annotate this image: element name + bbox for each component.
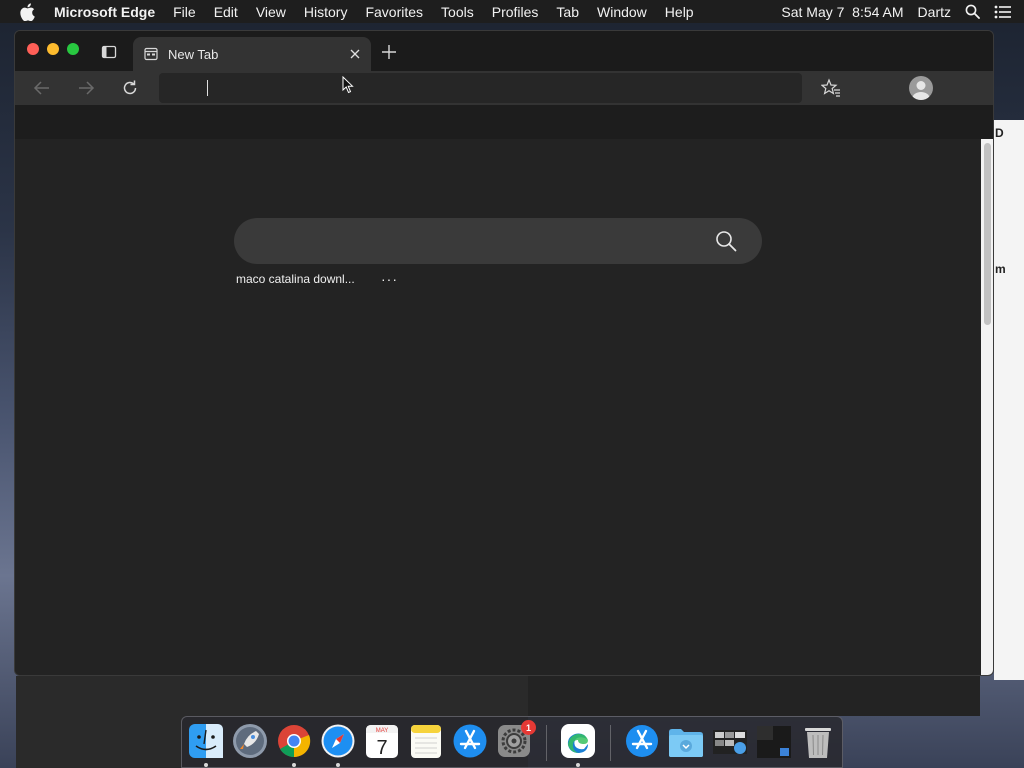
chrome-icon[interactable]: [276, 722, 312, 760]
new-tab-page: maco catalina downl... ···: [15, 139, 981, 675]
close-window-button[interactable]: [27, 43, 39, 55]
mouse-pointer-icon: [342, 75, 354, 94]
control-center-icon[interactable]: [994, 5, 1012, 19]
menu-edit[interactable]: Edit: [214, 4, 238, 20]
tab-title: New Tab: [168, 46, 219, 62]
applications-folder-icon[interactable]: [624, 722, 660, 760]
favorites-star-icon[interactable]: [820, 78, 841, 98]
background-window-text: m: [995, 262, 1006, 276]
page-top-strip: [15, 105, 993, 139]
back-arrow-icon[interactable]: [33, 79, 51, 97]
tab-new-tab[interactable]: New Tab: [133, 37, 371, 71]
menu-tab[interactable]: Tab: [556, 4, 579, 20]
background-window[interactable]: D m: [994, 120, 1024, 680]
minimize-window-button[interactable]: [47, 43, 59, 55]
launchpad-icon[interactable]: [232, 722, 268, 760]
menu-favorites[interactable]: Favorites: [365, 4, 423, 20]
new-tab-plus-icon[interactable]: [381, 44, 397, 60]
browser-toolbar: [15, 71, 993, 105]
tab-actions-icon[interactable]: [101, 44, 117, 60]
trash-icon[interactable]: [800, 722, 836, 760]
scrollbar[interactable]: [981, 139, 993, 675]
app-store-icon[interactable]: [452, 722, 488, 760]
profile-avatar-icon[interactable]: [909, 76, 933, 100]
menu-datetime[interactable]: Sat May 7 8:54 AM: [781, 4, 903, 20]
forward-arrow-icon[interactable]: [77, 79, 95, 97]
running-indicator: [204, 763, 208, 767]
finder-icon[interactable]: [188, 722, 224, 760]
search-icon[interactable]: [715, 230, 737, 252]
calendar-icon[interactable]: MAY 7: [364, 722, 400, 760]
edge-icon[interactable]: [560, 722, 596, 760]
menu-window[interactable]: Window: [597, 4, 647, 20]
screenshots-stack-icon[interactable]: [712, 722, 748, 760]
background-window[interactable]: [528, 676, 980, 716]
scrollbar-thumb[interactable]: [984, 143, 991, 325]
new-tab-page-icon: [144, 47, 158, 61]
svg-text:MAY: MAY: [376, 728, 389, 734]
title-bar[interactable]: New Tab: [15, 31, 993, 71]
menu-app-name[interactable]: Microsoft Edge: [54, 4, 155, 20]
recent-search-suggestion[interactable]: maco catalina downl...: [236, 272, 355, 286]
menu-user[interactable]: Dartz: [918, 4, 951, 20]
apple-menu-icon[interactable]: [19, 2, 39, 21]
address-bar[interactable]: [159, 73, 802, 103]
running-indicator: [292, 763, 296, 767]
browser-window: New Tab maco catalina downl... ···: [14, 30, 994, 676]
menu-history[interactable]: History: [304, 4, 348, 20]
more-options-button[interactable]: ···: [381, 271, 401, 287]
notification-badge: 1: [521, 720, 536, 735]
safari-icon[interactable]: [320, 722, 356, 760]
menu-profiles[interactable]: Profiles: [492, 4, 539, 20]
reload-icon[interactable]: [121, 79, 139, 97]
close-tab-icon[interactable]: [348, 47, 362, 61]
dock-separator: [610, 725, 611, 761]
menu-file[interactable]: File: [173, 4, 196, 20]
menu-tools[interactable]: Tools: [441, 4, 474, 20]
running-indicator: [336, 763, 340, 767]
documents-stack-icon[interactable]: [756, 722, 792, 760]
text-cursor: [207, 80, 208, 96]
search-input[interactable]: [254, 218, 694, 264]
menu-view[interactable]: View: [256, 4, 286, 20]
web-search-box[interactable]: [234, 218, 762, 264]
notes-icon[interactable]: [408, 722, 444, 760]
dock-separator: [546, 725, 547, 761]
background-window-text: D: [995, 126, 1004, 140]
maximize-window-button[interactable]: [67, 43, 79, 55]
spotlight-search-icon[interactable]: [965, 4, 980, 19]
running-indicator: [576, 763, 580, 767]
downloads-folder-icon[interactable]: [668, 722, 704, 760]
svg-text:7: 7: [376, 737, 387, 759]
dock: MAY 7 1: [181, 716, 843, 768]
menu-help[interactable]: Help: [665, 4, 694, 20]
menu-bar: Microsoft Edge File Edit View History Fa…: [0, 0, 1024, 23]
